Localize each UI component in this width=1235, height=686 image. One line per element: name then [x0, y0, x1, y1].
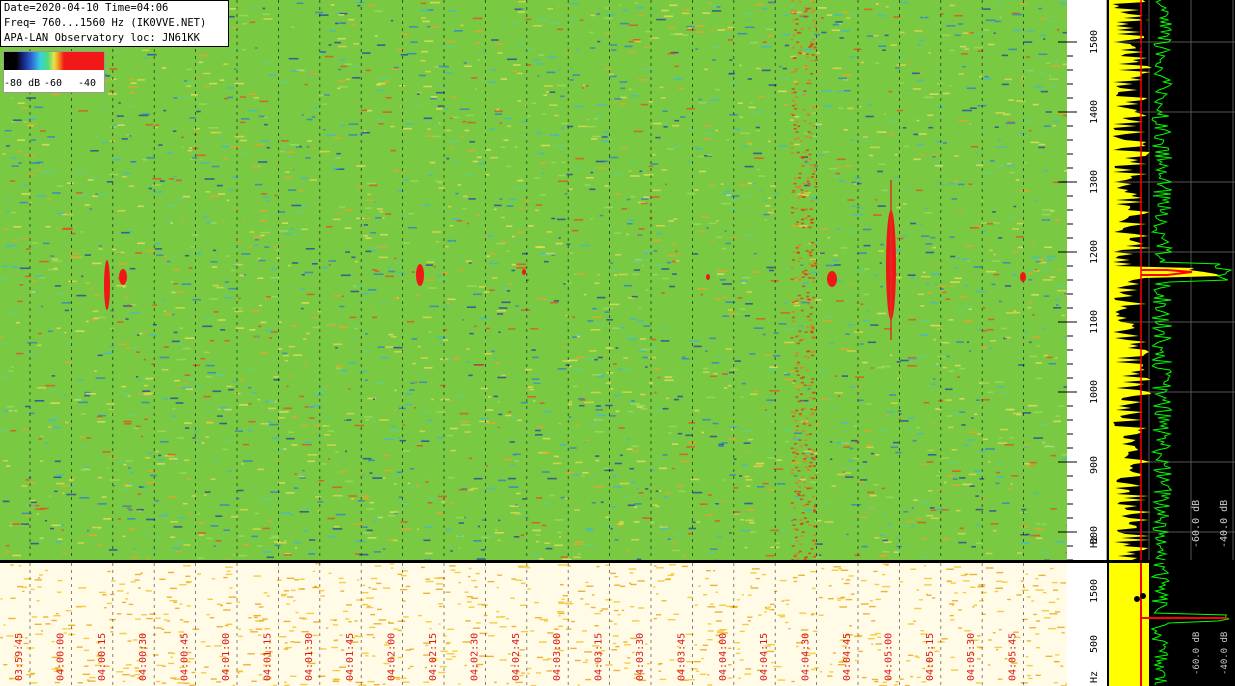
info-frequency: Freq= 760...1560 Hz (IK0VVE.NET) [4, 17, 207, 29]
freq-tick-label: 1300 [1089, 170, 1100, 194]
lower-freq-unit-label: Hz [1089, 671, 1100, 683]
color-scale-bar [4, 52, 104, 70]
info-observatory: APA-LAN Observatory loc: JN61KK [4, 32, 200, 44]
time-tick-label: 04:05:15 [925, 633, 936, 681]
history-strip: 03:59:45 04:00:00 04:00:15 04:00:30 04:00:45… [0, 563, 1067, 686]
time-tick-label: 04:03:15 [594, 633, 605, 681]
time-tick-label: 04:05:30 [966, 633, 977, 681]
time-tick-label: 04:02:00 [387, 633, 398, 681]
time-tick-label: 04:03:30 [635, 633, 646, 681]
time-tick-label: 04:04:30 [801, 633, 812, 681]
meteor-echo [119, 269, 127, 285]
time-tick-label: 04:03:00 [552, 633, 563, 681]
time-tick-label: 04:04:00 [718, 633, 729, 681]
time-tick-label: 04:02:45 [511, 633, 522, 681]
time-tick-label: 03:59:45 [14, 633, 25, 681]
freq-tick-label: 900 [1089, 456, 1100, 474]
time-tick-label: 04:04:15 [759, 633, 770, 681]
meteor-echo [416, 264, 424, 286]
freq-tick-label: 1100 [1089, 310, 1100, 334]
color-legend: -80 dB -60 -40 [3, 51, 105, 93]
spectrum-label-40: -40.0 dB [1219, 500, 1230, 548]
time-tick-label: 04:03:45 [676, 633, 687, 681]
meteor-echo [827, 271, 837, 287]
legend-max-label: -40 [78, 78, 97, 89]
time-tick-label: 04:02:15 [428, 633, 439, 681]
lower-spectrum-label-60: -60.0 dB [1192, 632, 1202, 675]
time-tick-label: 04:05:00 [883, 633, 894, 681]
freq-tick-label: 1000 [1089, 380, 1100, 404]
time-tick-label: 04:01:30 [304, 633, 315, 681]
time-tick-label: 04:04:45 [842, 633, 853, 681]
info-box: Date=2020-04-10 Time=04:06 Freq= 760...1… [0, 0, 229, 47]
time-tick-label: 04:00:00 [55, 633, 66, 681]
lower-freq-tick-label: 500 [1089, 635, 1100, 653]
legend-min-label: -80 dB [4, 78, 41, 89]
time-tick-label: 04:00:45 [180, 633, 191, 681]
legend-mid-label: -60 [44, 78, 63, 89]
lower-spectrum-panel: -60.0 dB -40.0 dB 1500 500 Hz [1067, 563, 1235, 686]
time-tick-label: 04:05:45 [1008, 633, 1019, 681]
time-tick-label: 04:01:45 [345, 633, 356, 681]
info-date-time: Date=2020-04-10 Time=04:06 [4, 2, 169, 14]
freq-unit-label: Hz [1089, 536, 1100, 548]
spectrum-panel: -60.0 dB -40.0 dB 1500 1400 1300 1200 1100 10… [1067, 0, 1235, 560]
time-tick-label: 04:00:15 [97, 633, 108, 681]
time-tick-label: 04:00:30 [138, 633, 149, 681]
freq-tick-label: 1200 [1089, 240, 1100, 264]
freq-tick-label: 1500 [1089, 30, 1100, 54]
spectrum-label-60: -60.0 dB [1191, 500, 1202, 548]
freq-tick-label: 1400 [1089, 100, 1100, 124]
meteor-echo [1020, 272, 1026, 282]
time-tick-label: 04:02:30 [469, 633, 480, 681]
meteor-echo [522, 269, 526, 275]
lower-freq-tick-label: 1500 [1089, 579, 1100, 603]
meteor-echo [104, 260, 110, 310]
time-tick-label: 04:01:00 [221, 633, 232, 681]
spectrogram-waterfall [0, 0, 1067, 560]
meteor-echo [706, 274, 710, 280]
time-tick-label: 04:01:15 [262, 633, 273, 681]
lower-spectrum-label-40: -40.0 dB [1220, 632, 1230, 675]
